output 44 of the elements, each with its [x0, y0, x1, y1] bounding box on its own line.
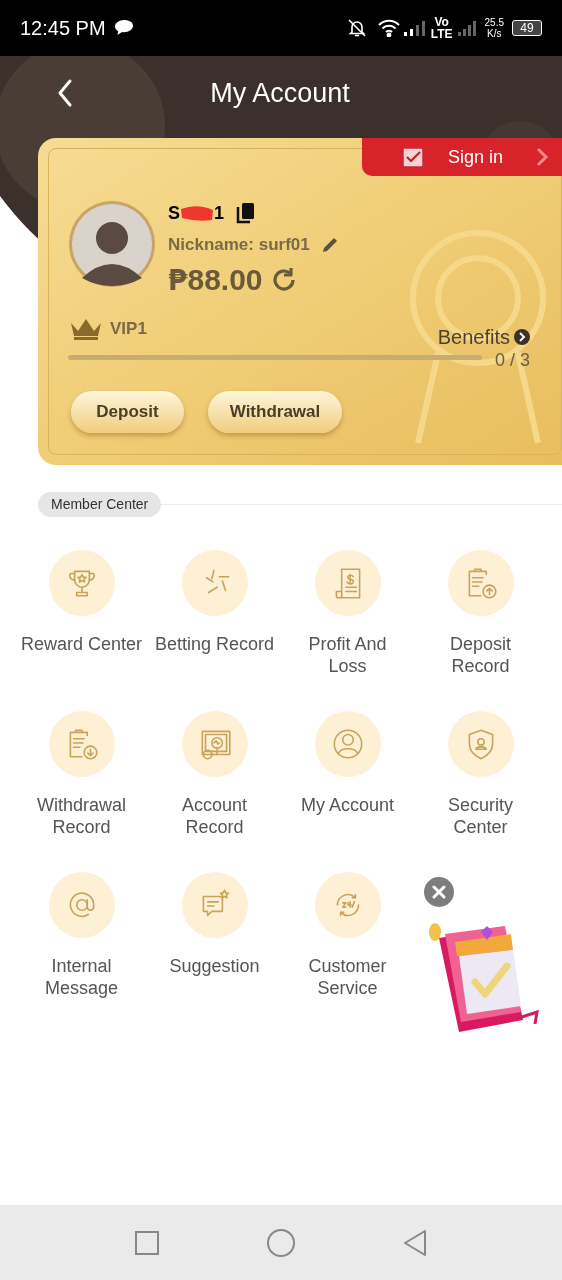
signal-icon [456, 19, 477, 37]
balance-amount: ₱88.00 [168, 261, 263, 299]
close-button[interactable] [424, 877, 454, 907]
username-text: 1 [214, 201, 225, 225]
bell-muted-icon [346, 18, 367, 38]
benefits-link[interactable]: Benefits [437, 322, 530, 352]
deposit-button[interactable]: Deposit [71, 391, 184, 433]
progress-count: 0 / 3 [494, 349, 530, 372]
volte-label: Vo [434, 16, 449, 28]
sign-in-button[interactable]: Sign in [362, 138, 562, 176]
checkbox-icon [402, 146, 426, 168]
username-text: S [168, 201, 180, 225]
home-button[interactable] [266, 1227, 296, 1258]
menu-item-label[interactable]: Security Center [424, 794, 537, 838]
chevron-right-icon [535, 146, 550, 168]
signal-icon [402, 19, 425, 37]
status-time: 12:45 PM [20, 16, 106, 41]
menu-item-label[interactable]: Betting Record [154, 633, 275, 655]
menu-item-label[interactable]: My Account [300, 794, 394, 816]
section-label: Member Center [38, 492, 162, 517]
vip-level: VIP1 [110, 318, 147, 340]
menu-item-label[interactable]: Customer Service [291, 955, 404, 999]
page-title: My Account [210, 76, 350, 110]
nickname-text: Nickname: surf01 [168, 234, 310, 256]
menu-item-label[interactable]: Internal Message [25, 955, 138, 999]
battery-indicator: 49 [512, 20, 542, 36]
withdrawal-button[interactable]: Withdrawal [208, 391, 342, 433]
menu-item-label[interactable]: Deposit Record [424, 633, 537, 677]
avatar-icon [68, 200, 156, 288]
chat-bubble-icon [113, 19, 134, 37]
menu-item-label[interactable]: Account Record [158, 794, 271, 838]
chevron-circle-icon [514, 329, 530, 345]
menu-item-label[interactable]: Profit And Loss [291, 633, 404, 677]
menu-item-label[interactable]: Withdrawal Record [25, 794, 138, 838]
close-icon [432, 885, 446, 899]
wifi-icon [376, 19, 401, 37]
copy-button[interactable] [236, 202, 257, 224]
network-speed: 25.5 [484, 17, 504, 28]
volte-label: LTE [430, 28, 453, 40]
menu-item-label[interactable]: Reward Center [20, 633, 143, 655]
menu-item-label[interactable]: Suggestion [169, 955, 260, 977]
chevron-left-icon [56, 78, 74, 108]
redaction-mark [180, 204, 214, 222]
network-speed-unit: K/s [487, 28, 502, 39]
